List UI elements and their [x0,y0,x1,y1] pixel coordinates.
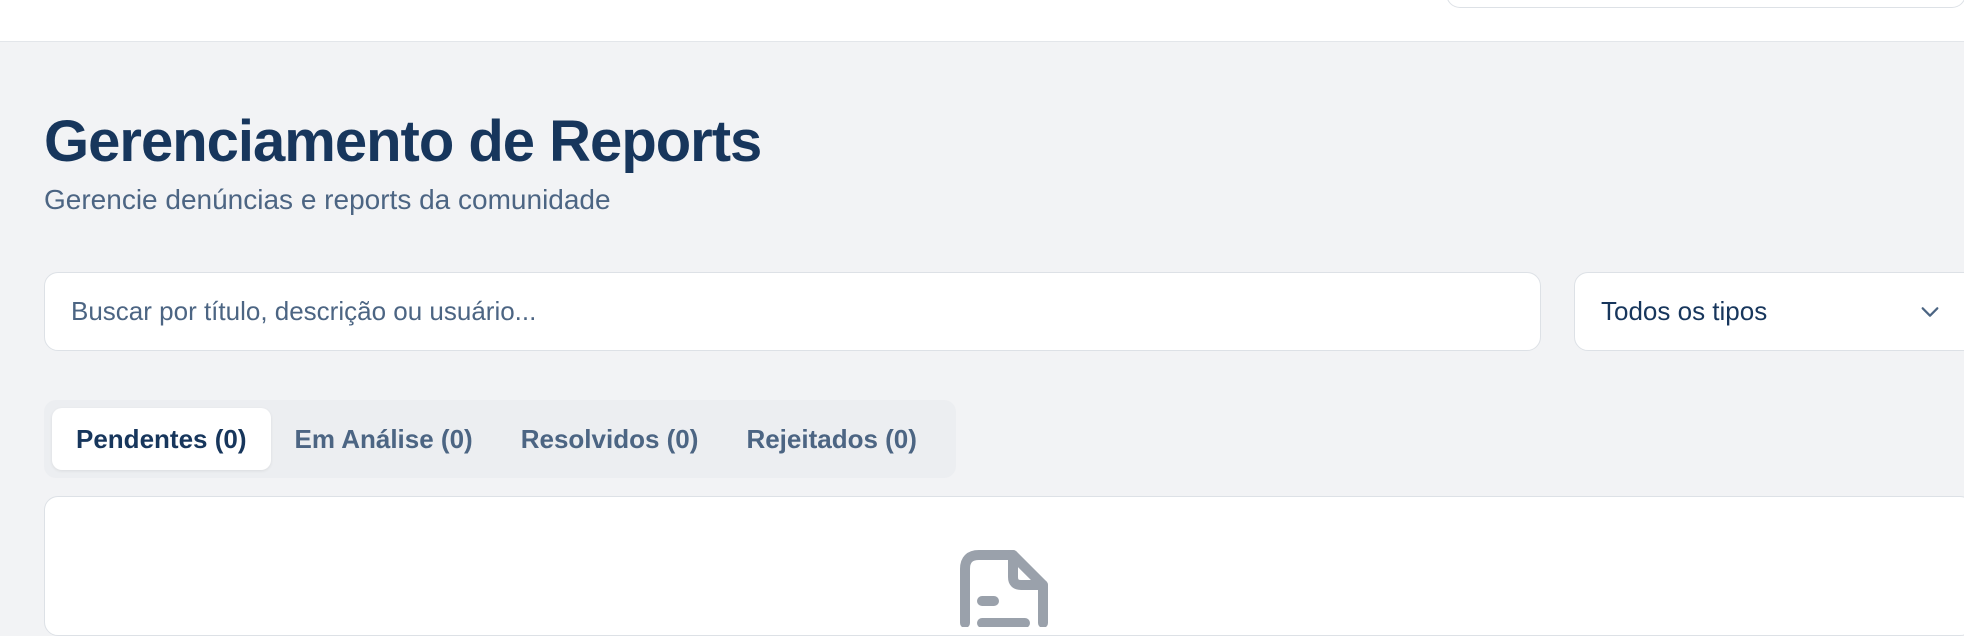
tab-pendentes[interactable]: Pendentes (0) [52,408,271,470]
tab-resolvidos[interactable]: Resolvidos (0) [497,408,723,470]
type-filter-select[interactable]: Todos os tipos [1574,272,1964,351]
search-box[interactable] [44,272,1541,351]
chevron-down-icon [1921,307,1939,317]
reports-list-card [44,496,1964,636]
search-input[interactable] [71,296,1540,327]
topbar-search-box[interactable] [1446,0,1964,8]
page-title: Gerenciamento de Reports [44,109,762,174]
document-icon [960,550,1048,627]
top-bar [0,0,1964,42]
page-subtitle: Gerencie denúncias e reports da comunida… [44,184,611,215]
tab-em-analise[interactable]: Em Análise (0) [271,408,497,470]
type-filter-value: Todos os tipos [1601,296,1768,326]
status-tabs: Pendentes (0) Em Análise (0) Resolvidos … [44,400,956,478]
tab-rejeitados[interactable]: Rejeitados (0) [722,408,941,470]
